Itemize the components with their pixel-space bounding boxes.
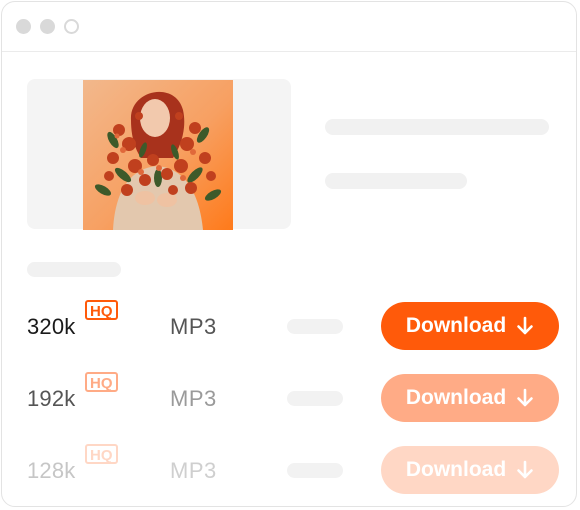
format-label: MP3: [170, 386, 217, 411]
size-placeholder: [287, 319, 343, 334]
window-close-dot[interactable]: [16, 19, 31, 34]
arrow-down-icon: [517, 316, 533, 335]
app-window: [1, 1, 577, 507]
arrow-down-icon: [517, 460, 533, 479]
title-bar: [2, 2, 576, 52]
album-cover-image: [83, 80, 233, 230]
format-label: MP3: [170, 314, 217, 339]
bitrate-label: 192k: [27, 386, 76, 411]
download-option-row: 192k HQ MP3 Download: [0, 372, 580, 424]
window-minimize-dot[interactable]: [40, 19, 55, 34]
hq-badge: HQ: [85, 372, 118, 392]
download-button[interactable]: Download: [381, 374, 559, 422]
download-option-row: 320k HQ MP3 Download: [0, 300, 580, 352]
track-title-placeholder: [325, 119, 549, 135]
download-button-label: Download: [405, 314, 507, 337]
download-option-row: 128k HQ MP3 Download: [0, 444, 580, 496]
hq-badge: HQ: [85, 444, 118, 464]
download-button[interactable]: Download: [381, 302, 559, 350]
download-button-label: Download: [405, 458, 507, 481]
track-artist-placeholder: [325, 173, 467, 189]
section-label-placeholder: [27, 262, 121, 277]
size-placeholder: [287, 463, 343, 478]
hq-badge: HQ: [85, 300, 118, 320]
download-button-label: Download: [405, 386, 507, 409]
window-maximize-dot[interactable]: [64, 19, 79, 34]
bitrate-label: 128k: [27, 458, 76, 483]
bitrate-label: 320k: [27, 314, 76, 339]
arrow-down-icon: [517, 388, 533, 407]
format-label: MP3: [170, 458, 217, 483]
size-placeholder: [287, 391, 343, 406]
album-cover: [83, 80, 233, 230]
download-button[interactable]: Download: [381, 446, 559, 494]
